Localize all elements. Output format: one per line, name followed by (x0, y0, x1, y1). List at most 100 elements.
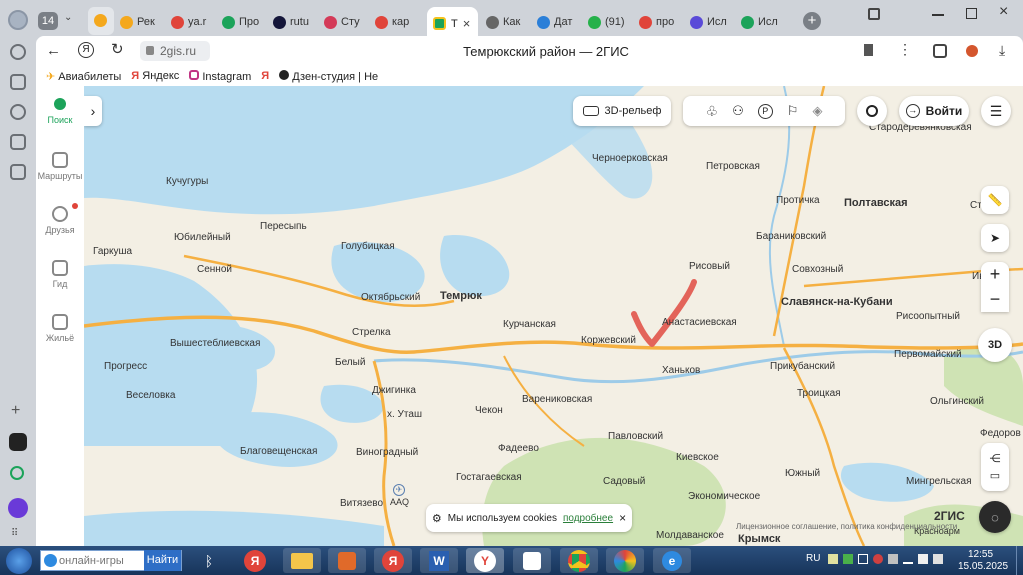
photos-icon[interactable] (606, 548, 644, 573)
tray-battery-icon[interactable] (858, 554, 868, 564)
tab-left-1[interactable]: ya.r (171, 9, 217, 35)
map-canvas[interactable]: Стародеревянковская Черноерковская Петро… (84, 86, 1023, 546)
people-icon[interactable]: ⚇ (732, 103, 744, 119)
add-icon[interactable]: + (11, 402, 20, 420)
tree-icon[interactable]: ♧ (706, 103, 719, 120)
tab-left-2[interactable]: Про (222, 9, 268, 35)
3d-button[interactable]: 3D (978, 328, 1012, 362)
back-arrow-icon[interactable]: ← (46, 42, 61, 59)
tray-green-icon[interactable] (843, 554, 853, 564)
layers-icon[interactable]: ◈ (812, 103, 822, 119)
new-tab-button[interactable]: + (803, 12, 821, 30)
yandex-icon[interactable]: Я (78, 42, 94, 58)
tray-app-icon[interactable] (828, 554, 838, 564)
tray-red-icon[interactable] (873, 554, 883, 564)
tab-left-3[interactable]: rutu (273, 9, 319, 35)
url-field[interactable]: 2gis.ru (140, 41, 210, 61)
close-window-button[interactable]: × (999, 3, 1008, 21)
tab-right-4[interactable]: Исл (690, 9, 736, 35)
bookmark-yandex[interactable]: Я Яндекс (131, 70, 179, 82)
maximize-button[interactable] (966, 8, 977, 19)
tab-right-2[interactable]: (91) (588, 9, 634, 35)
signpost-icon[interactable]: ⚐ (787, 103, 799, 119)
clock-date[interactable]: 15.05.2025 (958, 561, 1008, 572)
clock-time[interactable]: 12:55 (968, 549, 993, 560)
word-icon[interactable]: W (420, 548, 458, 573)
bluetooth-icon[interactable]: ᛒ (190, 548, 228, 573)
show-desktop-button[interactable] (1016, 546, 1023, 575)
browser-profile-icon[interactable] (8, 10, 28, 30)
2gis-left-panel: Поиск Маршруты Друзья Гид Жильё (36, 86, 84, 546)
nav-guide[interactable]: Гид (36, 260, 84, 289)
bookmark-instagram[interactable]: Instagram (189, 69, 251, 83)
capcut-icon[interactable] (513, 548, 551, 573)
start-button[interactable] (6, 548, 32, 574)
chevron-down-icon[interactable]: ⌄ (64, 12, 72, 23)
tray-volume-icon[interactable] (933, 554, 943, 564)
relief-3d-button[interactable]: 3D-рельеф (573, 96, 671, 126)
nav-housing[interactable]: Жильё (36, 314, 84, 343)
tray-network-icon[interactable] (888, 554, 898, 564)
tabs-icon[interactable] (933, 44, 947, 58)
bookmark-yandex-2[interactable]: Я (261, 70, 269, 82)
nav-friends[interactable]: Друзья (36, 203, 84, 235)
video-icon[interactable] (10, 104, 26, 120)
cookie-more-link[interactable]: подробнее (563, 513, 613, 524)
map-expand-button[interactable]: › (84, 96, 102, 126)
tab-label: кар (392, 16, 410, 28)
bookmark-avia[interactable]: ✈ Авиабилеты (46, 70, 121, 83)
extension-icon[interactable] (966, 45, 978, 57)
tab-loading[interactable] (88, 7, 114, 35)
tab-left-5[interactable]: кар (375, 9, 421, 35)
tab-close-icon[interactable]: × (463, 16, 471, 31)
tab-right-0[interactable]: Как (486, 9, 532, 35)
minimize-button[interactable] (932, 14, 944, 16)
tray-flag-icon[interactable] (918, 554, 928, 564)
alice-assistant-icon[interactable] (8, 498, 28, 518)
ie-taskbar-icon[interactable]: e (653, 548, 691, 573)
my-location-button[interactable]: ➤ (981, 224, 1009, 252)
tab-right-3[interactable]: про (639, 9, 685, 35)
instagram-app-icon[interactable] (9, 433, 27, 451)
ruler-button[interactable]: 📏 (981, 186, 1009, 214)
parking-icon[interactable]: P (757, 103, 773, 119)
calendar-icon[interactable] (10, 134, 26, 150)
collections-icon[interactable] (10, 74, 26, 90)
history-icon[interactable] (10, 44, 26, 60)
cookie-close-icon[interactable]: × (619, 511, 626, 525)
location-ring-button[interactable] (857, 96, 887, 126)
explorer-icon[interactable] (283, 548, 321, 573)
login-button[interactable]: → Войти (899, 96, 969, 126)
taskbar-search-input[interactable] (59, 552, 145, 569)
chat-button[interactable]: ◌ (979, 501, 1011, 533)
tab-left-0[interactable]: Рек (120, 9, 166, 35)
language-indicator[interactable]: RU (806, 553, 820, 564)
alice-status-icon[interactable] (10, 466, 24, 480)
media-player-icon[interactable] (328, 548, 366, 573)
bookmark-dzen[interactable]: Дзен-студия | Не (279, 69, 378, 83)
tray-icons[interactable] (828, 554, 943, 564)
tab-left-4[interactable]: Сту (324, 9, 370, 35)
more-apps-icon[interactable]: ⠿ (11, 528, 18, 539)
menu-dots-icon[interactable]: ⋮ (898, 41, 912, 58)
yandex-y-icon[interactable]: Y (466, 548, 504, 573)
reload-icon[interactable]: ↻ (111, 40, 124, 58)
taskbar-search-button[interactable]: Найти (144, 550, 181, 571)
bookmark-icon[interactable] (864, 44, 873, 56)
share-button[interactable]: ⋲ ▭ (981, 443, 1009, 491)
tray-signal-icon[interactable] (903, 554, 913, 564)
download-icon[interactable]: ⤓ (999, 42, 1005, 59)
nav-search[interactable]: Поиск (36, 98, 84, 125)
chrome-icon[interactable] (560, 548, 598, 573)
yandex-browser-icon[interactable]: Я (374, 548, 412, 573)
tab-right-5[interactable]: Исл (741, 9, 787, 35)
tab-manager-icon[interactable] (868, 8, 880, 20)
zoom-out-button[interactable]: − (981, 286, 1009, 312)
screenshot-icon[interactable] (10, 164, 26, 180)
nav-routes[interactable]: Маршруты (36, 152, 84, 181)
yandex-app-icon[interactable]: Я (236, 548, 274, 573)
menu-button[interactable]: ☰ (981, 96, 1011, 126)
map-license-link[interactable]: Лицензионное соглашение, политика конфид… (736, 522, 957, 531)
tab-count-badge[interactable]: 14 (38, 12, 58, 30)
tab-right-1[interactable]: Дат (537, 9, 583, 35)
